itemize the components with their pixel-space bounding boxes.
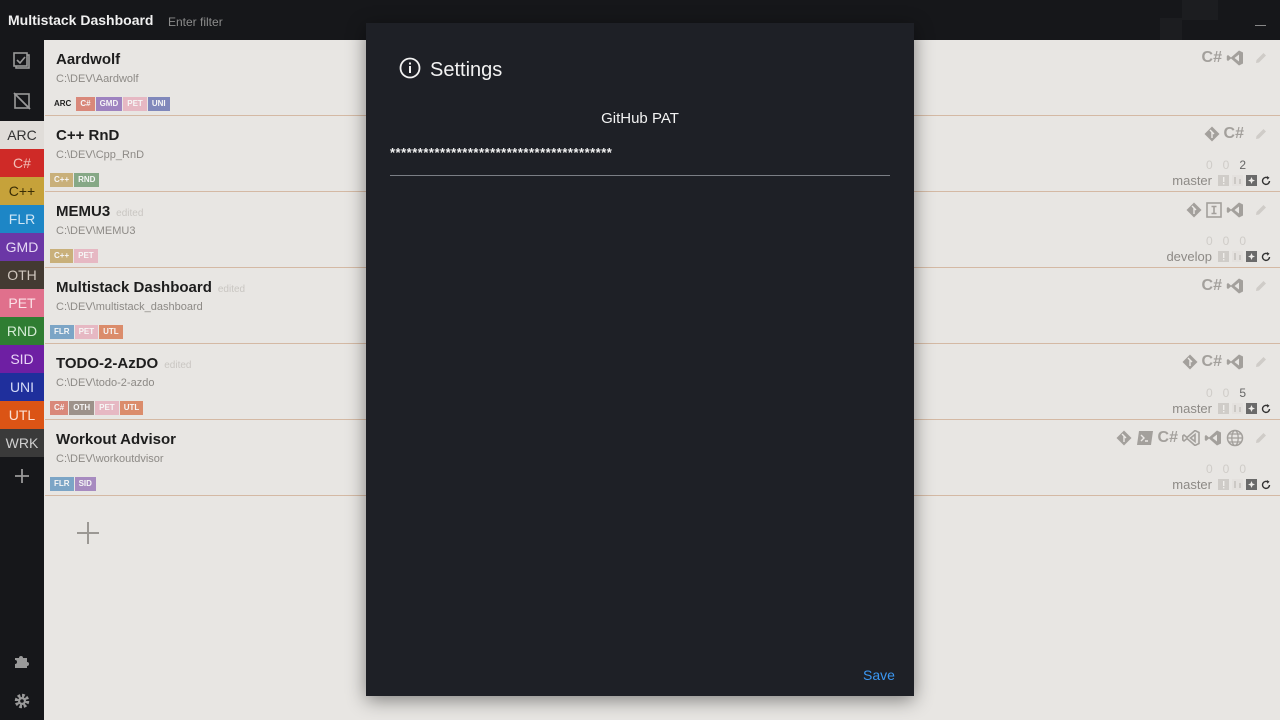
dialog-title: Settings [430,59,503,81]
github-pat-label: GitHub PAT [601,110,679,127]
github-pat-field[interactable]: **************************************** [390,141,890,176]
info-icon [399,57,421,79]
settings-dialog: Settings GitHub PAT ********************… [366,23,914,696]
modal-overlay: Settings GitHub PAT ********************… [0,0,1280,720]
github-pat-value: **************************************** [390,145,613,160]
save-button[interactable]: Save [863,667,895,683]
